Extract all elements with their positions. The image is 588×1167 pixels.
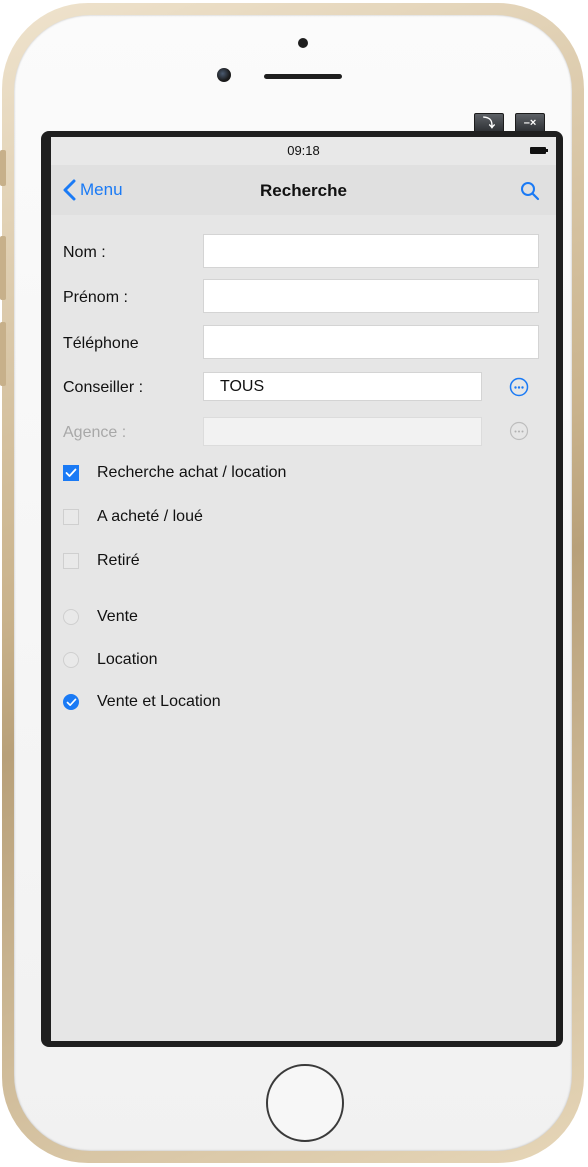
volume-down-button xyxy=(0,322,6,386)
search-icon xyxy=(521,182,540,201)
checkbox-label: Recherche achat / location xyxy=(97,464,287,481)
last-name-label: Nom : xyxy=(63,244,106,261)
earpiece-speaker xyxy=(264,74,342,79)
checkmark-icon xyxy=(65,468,77,477)
radio-circle[interactable] xyxy=(63,652,79,668)
first-name-label: Prénom : xyxy=(63,289,128,306)
checkbox-box[interactable] xyxy=(63,465,79,481)
checkbox-withdrawn[interactable]: Retiré xyxy=(63,549,140,573)
radio-label: Location xyxy=(97,651,158,668)
back-button-label: Menu xyxy=(80,180,123,199)
minimize-close-window-button[interactable]: –× xyxy=(515,113,545,133)
radio-sale[interactable]: Vente xyxy=(63,605,138,629)
last-name-input[interactable] xyxy=(203,234,539,268)
home-button[interactable] xyxy=(266,1064,344,1142)
app-display: 09:18 Menu Recherche Nom : Prénom: Télé… xyxy=(51,137,556,1041)
mute-switch xyxy=(0,150,6,186)
agency-label: Agence : xyxy=(63,424,127,441)
phone-input[interactable] xyxy=(203,325,539,359)
search-button[interactable] xyxy=(520,181,540,201)
front-camera xyxy=(217,68,231,82)
volume-up-button xyxy=(0,236,6,300)
agency-picker-button xyxy=(509,421,529,441)
radio-circle[interactable] xyxy=(63,609,79,625)
status-bar: 09:18 xyxy=(51,137,556,165)
proximity-sensor xyxy=(298,38,308,48)
page-title: Recherche xyxy=(260,181,347,200)
radio-circle[interactable] xyxy=(63,694,79,710)
checkbox-label: A acheté / loué xyxy=(97,508,203,525)
radio-rental[interactable]: Location xyxy=(63,648,158,672)
checkmark-icon xyxy=(66,698,76,706)
advisor-picker-button[interactable] xyxy=(509,377,529,397)
checkbox-box[interactable] xyxy=(63,553,79,569)
back-button[interactable]: Menu xyxy=(63,177,123,203)
checkbox-bought-rented[interactable]: A acheté / loué xyxy=(63,505,203,529)
checkbox-label: Retiré xyxy=(97,552,140,569)
ellipsis-circle-icon xyxy=(509,377,529,397)
advisor-input[interactable] xyxy=(203,372,482,401)
radio-label: Vente xyxy=(97,608,138,625)
battery-icon xyxy=(530,147,548,154)
ellipsis-circle-icon xyxy=(509,421,529,441)
radio-sale-and-rental[interactable]: Vente et Location xyxy=(63,690,221,714)
navigation-bar: Menu Recherche xyxy=(51,165,556,215)
chevron-left-icon xyxy=(63,179,76,201)
first-name-input[interactable] xyxy=(203,279,539,313)
checkbox-box[interactable] xyxy=(63,509,79,525)
advisor-label: Conseiller : xyxy=(63,379,144,396)
status-time: 09:18 xyxy=(287,143,320,158)
checkbox-searching[interactable]: Recherche achat / location xyxy=(63,461,286,485)
phone-label: Téléphone xyxy=(63,335,139,352)
phone-screen: 09:18 Menu Recherche Nom : Prénom: Télé… xyxy=(41,131,563,1047)
radio-label: Vente et Location xyxy=(97,693,221,710)
rotate-window-button[interactable]: ⤵ xyxy=(474,113,504,133)
agency-input xyxy=(203,417,482,446)
